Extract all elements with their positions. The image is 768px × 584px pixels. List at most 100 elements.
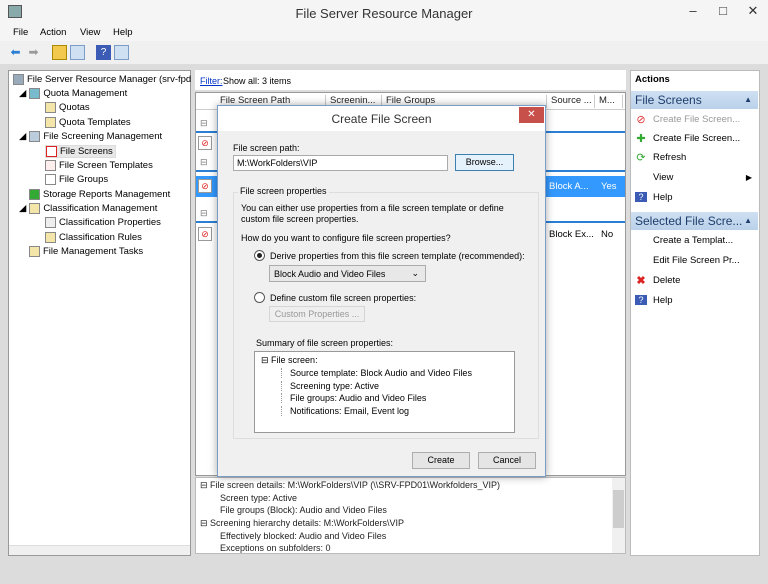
help-icon: ? <box>635 295 647 305</box>
group-collapse-icon[interactable]: ⊟ <box>200 157 208 168</box>
details-pane: ⊟ File screen details: M:\WorkFolders\VI… <box>195 477 626 554</box>
details-line: File groups (Block): Audio and Video Fil… <box>220 505 387 515</box>
submenu-arrow-icon: ▶ <box>746 173 752 182</box>
window-title: File Server Resource Manager <box>0 6 768 21</box>
action-label: Help <box>653 192 673 203</box>
action-label: Create a Templat... <box>653 235 733 246</box>
title-bar: File Server Resource Manager – □ ✕ <box>0 0 768 25</box>
create-file-screen-icon: ✚ <box>635 132 647 145</box>
actions-section-selected[interactable]: Selected File Scre...▲ <box>631 212 758 230</box>
radio-derive[interactable]: Derive properties from this file screen … <box>254 250 525 261</box>
path-label: File screen path: <box>233 143 300 153</box>
action-label: Delete <box>653 275 680 286</box>
tree-classification-management[interactable]: ◢ Classification Management <box>19 203 157 214</box>
menu-file[interactable]: File <box>13 27 28 38</box>
vertical-scrollbar[interactable] <box>612 478 625 553</box>
match-cell: No <box>601 229 613 240</box>
back-icon[interactable]: ⬅ <box>8 45 23 60</box>
match-cell: Yes <box>601 181 617 192</box>
action-label: Create File Screen... <box>653 133 740 144</box>
close-button[interactable]: ✕ <box>738 0 768 22</box>
action-create-template[interactable]: Create a Templat... <box>633 231 758 249</box>
details-line: Effectively blocked: Audio and Video Fil… <box>220 531 386 541</box>
path-input[interactable]: M:\WorkFolders\VIP <box>233 155 448 171</box>
tree-file-management-tasks[interactable]: File Management Tasks <box>29 246 143 257</box>
tree-file-groups[interactable]: File Groups <box>45 174 108 185</box>
radio-button-checked[interactable] <box>254 250 265 261</box>
file-group-icon <box>45 174 56 185</box>
dialog-close-button[interactable]: ✕ <box>519 107 544 123</box>
dropdown-value: Block Audio and Video Files <box>274 269 385 279</box>
details-line: ⊟ File screen details: M:\WorkFolders\VI… <box>200 480 500 491</box>
custom-properties-button[interactable]: Custom Properties ... <box>269 306 365 322</box>
tree-label: Quota Templates <box>59 117 131 128</box>
action-create-file-screen-disabled[interactable]: ⊘Create File Screen... <box>633 110 758 128</box>
menu-action[interactable]: Action <box>40 27 66 38</box>
collapse-icon: ▲ <box>744 91 752 109</box>
filter-status: Show all: 3 items <box>223 76 291 86</box>
show-action-pane-icon[interactable] <box>114 45 129 60</box>
help-icon[interactable]: ? <box>96 45 111 60</box>
create-file-screen-dialog: Create File Screen ✕ File screen path: M… <box>217 105 546 477</box>
tree-quotas[interactable]: Quotas <box>45 102 90 113</box>
file-screen-icon <box>46 146 57 157</box>
up-folder-icon[interactable] <box>52 45 67 60</box>
action-help[interactable]: ?Help <box>633 188 758 206</box>
action-refresh[interactable]: ⟳Refresh <box>633 148 758 166</box>
tree-label: Quota Management <box>43 88 127 99</box>
action-edit-properties[interactable]: Edit File Screen Pr... <box>633 251 758 269</box>
browse-button[interactable]: Browse... <box>455 154 514 171</box>
source-template-cell: Block Ex... <box>549 229 594 240</box>
action-help-selected[interactable]: ?Help <box>633 291 758 309</box>
collapse-icon: ▲ <box>744 212 752 230</box>
tree-quota-templates[interactable]: Quota Templates <box>45 117 131 128</box>
source-template-cell: Block A... <box>549 181 589 192</box>
radio-button-unchecked[interactable] <box>254 292 265 303</box>
action-view[interactable]: View ▶ <box>633 168 758 186</box>
actions-title: Actions <box>635 74 670 85</box>
summary-tree: ⊟ File screen: Source template: Block Au… <box>254 351 515 433</box>
tree-label: Quotas <box>59 102 90 113</box>
menu-view[interactable]: View <box>80 27 100 38</box>
group-collapse-icon[interactable]: ⊟ <box>200 118 208 129</box>
horizontal-scrollbar[interactable] <box>9 545 190 555</box>
details-text: Screening hierarchy details: M:\WorkFold… <box>210 518 404 528</box>
file-screening-icon <box>29 131 40 142</box>
tree-classification-rules[interactable]: Classification Rules <box>45 232 142 243</box>
column-source-template[interactable]: Source ... <box>547 95 595 108</box>
dialog-title-bar: Create File Screen ✕ <box>218 106 545 131</box>
filter-link[interactable]: Filter: <box>200 76 223 86</box>
action-delete[interactable]: ✖ Delete <box>633 271 758 289</box>
cancel-button[interactable]: Cancel <box>478 452 536 469</box>
tree-label: Classification Rules <box>59 232 142 243</box>
tree-storage-reports[interactable]: Storage Reports Management <box>29 189 170 200</box>
group-collapse-icon[interactable]: ⊟ <box>200 208 208 219</box>
tree-label: File Screens <box>60 146 113 157</box>
tree-file-screens[interactable]: File Screens <box>45 145 116 158</box>
tree-file-screen-templates[interactable]: File Screen Templates <box>45 160 153 171</box>
menu-help[interactable]: Help <box>113 27 133 38</box>
tree-classification-properties[interactable]: Classification Properties <box>45 217 161 228</box>
delete-icon: ✖ <box>635 274 647 287</box>
tree-root[interactable]: File Server Resource Manager (srv-fpd <box>13 74 191 85</box>
summary-item: Notifications: Email, Event log <box>281 406 409 416</box>
minimize-button[interactable]: – <box>678 0 708 22</box>
section-label: Selected File Scre... <box>635 214 742 228</box>
summary-root[interactable]: ⊟ File screen: <box>261 355 318 366</box>
tree-file-screening-management[interactable]: ◢ File Screening Management <box>19 131 162 142</box>
classification-icon <box>29 203 40 214</box>
maximize-button[interactable]: □ <box>708 0 738 22</box>
forward-icon[interactable]: ➡ <box>26 45 41 60</box>
template-dropdown[interactable]: Block Audio and Video Files⌄ <box>269 265 426 282</box>
action-label: View <box>653 172 673 183</box>
radio-custom[interactable]: Define custom file screen properties: <box>254 292 416 303</box>
refresh-icon: ⟳ <box>635 151 647 164</box>
actions-section-file-screens[interactable]: File Screens▲ <box>631 91 758 109</box>
file-management-tasks-icon <box>29 246 40 257</box>
show-hide-tree-icon[interactable] <box>70 45 85 60</box>
classification-rules-icon <box>45 232 56 243</box>
column-match[interactable]: M... <box>595 95 623 108</box>
action-create-file-screen[interactable]: ✚ Create File Screen... <box>633 129 758 147</box>
create-button[interactable]: Create <box>412 452 470 469</box>
tree-quota-management[interactable]: ◢ Quota Management <box>19 88 127 99</box>
